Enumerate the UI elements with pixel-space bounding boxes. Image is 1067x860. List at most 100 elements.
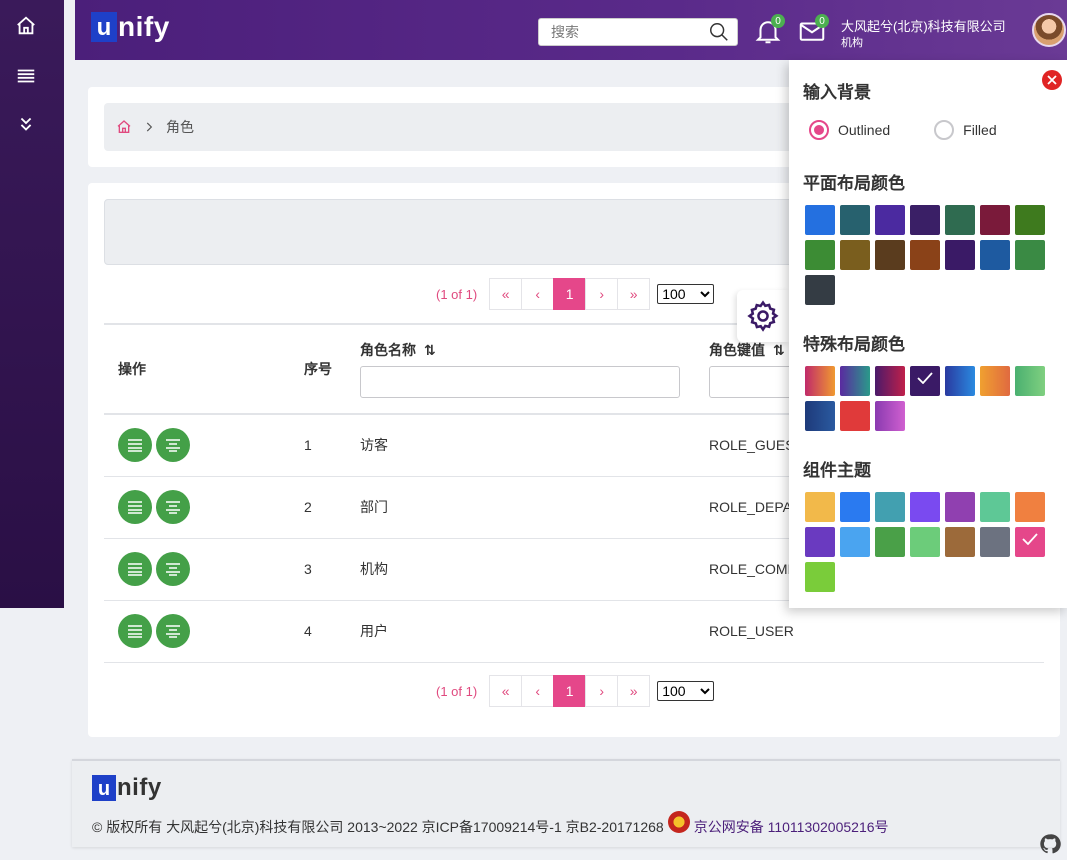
flat-color-swatch[interactable] [875, 240, 905, 270]
police-record-link[interactable]: 京公网安备 11011302005216号 [694, 817, 889, 837]
flat-color-swatch[interactable] [840, 205, 870, 235]
avatar[interactable] [1032, 13, 1066, 47]
special-color-swatch[interactable] [875, 401, 905, 431]
logo-mark: u [92, 775, 116, 801]
next-page-button[interactable]: › [585, 278, 619, 310]
prev-page-button[interactable]: ‹ [521, 675, 555, 707]
component-theme-swatch[interactable] [910, 527, 940, 557]
row-role-name: 用户 [346, 600, 695, 663]
special-color-swatch[interactable] [945, 366, 975, 396]
logo-text: nify [117, 774, 162, 801]
filled-radio[interactable] [934, 120, 955, 140]
flat-color-swatch[interactable] [805, 240, 835, 270]
messages-badge: 0 [815, 14, 829, 28]
check-icon [917, 372, 933, 384]
page-button[interactable]: 1 [553, 675, 587, 707]
component-theme-swatch[interactable] [945, 527, 975, 557]
special-color-swatch[interactable] [805, 401, 835, 431]
component-theme-swatch[interactable] [945, 492, 975, 522]
role-name-filter-input[interactable] [360, 366, 680, 398]
edit-button[interactable] [118, 614, 152, 648]
prev-page-button[interactable]: ‹ [521, 278, 555, 310]
pagination-bottom: (1 of 1) « ‹ 1 › » 100 [436, 675, 715, 707]
user-role: 机构 [841, 37, 863, 49]
row-role-name: 部门 [346, 476, 695, 539]
col-role-name[interactable]: 角色名称 ⇅ [346, 323, 695, 415]
permission-button[interactable] [156, 428, 190, 463]
page-button[interactable]: 1 [553, 278, 587, 310]
flat-color-swatch[interactable] [980, 205, 1010, 235]
user-info[interactable]: 大风起兮(北京)科技有限公司 机构 [841, 18, 1006, 50]
flat-color-swatch[interactable] [910, 205, 940, 235]
component-theme-swatch[interactable] [910, 492, 940, 522]
notifications-button[interactable]: 0 [753, 14, 785, 46]
flat-color-swatch[interactable] [945, 205, 975, 235]
breadcrumb-home-icon[interactable] [116, 119, 132, 135]
component-theme-swatch[interactable] [1015, 492, 1045, 522]
edit-button[interactable] [118, 490, 152, 524]
layout-config-panel: 输入背景 Outlined Filled 平面布局颜色 特殊布局颜色 组件主题 [789, 60, 1067, 608]
component-theme-swatch[interactable] [840, 527, 870, 557]
special-color-swatch[interactable] [840, 401, 870, 431]
permission-button[interactable] [156, 490, 190, 524]
first-page-button[interactable]: « [489, 278, 523, 310]
component-theme-swatches [805, 492, 1045, 592]
col-actions: 操作 [104, 323, 290, 415]
sort-icon[interactable]: ⇅ [773, 342, 785, 359]
special-color-swatch[interactable] [1015, 366, 1045, 396]
home-icon[interactable] [12, 12, 40, 40]
menu-icon[interactable] [12, 62, 40, 90]
flat-color-swatch[interactable] [1015, 205, 1045, 235]
special-color-swatch[interactable] [840, 366, 870, 396]
special-color-swatch[interactable] [875, 366, 905, 396]
gear-icon [747, 300, 779, 332]
config-toggle-button[interactable] [737, 290, 789, 342]
special-color-swatch[interactable] [980, 366, 1010, 396]
component-theme-swatch[interactable] [875, 492, 905, 522]
next-page-button[interactable]: › [585, 675, 619, 707]
rows-per-page-select[interactable]: 100 [657, 284, 715, 304]
search-icon[interactable] [708, 21, 730, 43]
permission-button[interactable] [156, 552, 190, 586]
component-theme-swatch[interactable] [805, 562, 835, 592]
outlined-radio[interactable] [809, 120, 829, 140]
flat-color-swatch[interactable] [980, 240, 1010, 270]
component-theme-swatch[interactable] [840, 492, 870, 522]
copyright-text: © 版权所有 大风起兮(北京)科技有限公司 2013~2022 京ICP备170… [92, 819, 664, 835]
messages-button[interactable]: 0 [797, 14, 829, 46]
component-theme-title: 组件主题 [803, 461, 871, 480]
special-color-swatch-selected[interactable] [910, 366, 940, 396]
component-theme-swatch[interactable] [805, 527, 835, 557]
component-theme-swatch[interactable] [805, 492, 835, 522]
flat-color-swatch[interactable] [805, 275, 835, 305]
table-row: 4 用户 ROLE_USER [104, 600, 1044, 663]
component-theme-swatch-selected[interactable] [1015, 527, 1045, 557]
flat-color-swatch[interactable] [910, 240, 940, 270]
flat-color-swatch[interactable] [840, 240, 870, 270]
row-index: 2 [290, 476, 346, 539]
first-page-button[interactable]: « [489, 675, 523, 707]
footer-copyright-row: © 版权所有 大风起兮(北京)科技有限公司 2013~2022 京ICP备170… [92, 811, 889, 838]
edit-button[interactable] [118, 428, 152, 463]
last-page-button[interactable]: » [617, 278, 651, 310]
flat-colors-title: 平面布局颜色 [803, 174, 905, 193]
app-logo[interactable]: u nify [91, 12, 170, 42]
flat-color-swatch[interactable] [1015, 240, 1045, 270]
github-icon[interactable] [1039, 833, 1061, 855]
last-page-button[interactable]: » [617, 675, 651, 707]
component-theme-swatch[interactable] [875, 527, 905, 557]
chevrons-down-icon[interactable] [12, 110, 40, 138]
special-color-swatch[interactable] [805, 366, 835, 396]
flat-color-swatch[interactable] [945, 240, 975, 270]
sort-icon[interactable]: ⇅ [424, 342, 436, 359]
rows-per-page-select[interactable]: 100 [657, 681, 715, 701]
component-theme-swatch[interactable] [980, 527, 1010, 557]
close-button[interactable] [1042, 70, 1062, 90]
permission-button[interactable] [156, 614, 190, 648]
input-bg-title: 输入背景 [803, 83, 871, 102]
component-theme-swatch[interactable] [980, 492, 1010, 522]
flat-color-swatch[interactable] [875, 205, 905, 235]
edit-button[interactable] [118, 552, 152, 586]
flat-color-swatch[interactable] [805, 205, 835, 235]
row-index: 3 [290, 538, 346, 601]
